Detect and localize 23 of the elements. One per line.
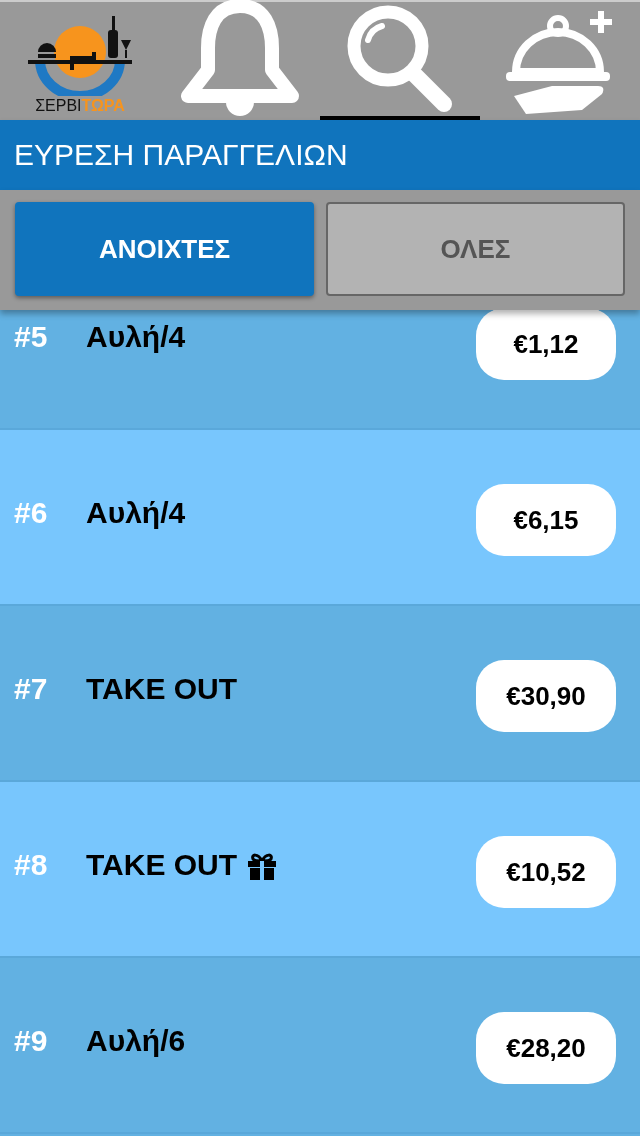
bell-icon bbox=[180, 0, 300, 116]
order-total: €28,20 bbox=[476, 1012, 616, 1084]
order-row[interactable]: #5 Αυλή/4 €1,12 bbox=[0, 310, 640, 430]
order-row[interactable]: #6 Αυλή/4 €6,15 bbox=[0, 430, 640, 606]
order-number: #7 bbox=[14, 672, 49, 706]
order-location: Αυλή/4 bbox=[86, 496, 186, 530]
order-number: #8 bbox=[14, 848, 49, 882]
logo-text: ΣΕΡΒΙΤΩΡΑ bbox=[35, 96, 125, 116]
order-location: Αυλή/6 bbox=[86, 1024, 186, 1058]
order-row[interactable]: #8 TAKE OUT €10,52 bbox=[0, 782, 640, 958]
order-total: €6,15 bbox=[476, 484, 616, 556]
order-number: #9 bbox=[14, 1024, 49, 1058]
filter-tab[interactable]: ΟΛΕΣ bbox=[326, 202, 625, 296]
order-total: €10,52 bbox=[476, 836, 616, 908]
order-location: TAKE OUT bbox=[86, 672, 238, 706]
order-total: €30,90 bbox=[476, 660, 616, 732]
page-title: ΕΥΡΕΣΗ ΠΑΡΑΓΓΕΛΙΩΝ bbox=[14, 138, 348, 172]
order-location: Αυλή/4 bbox=[86, 320, 186, 354]
order-number: #6 bbox=[14, 496, 49, 530]
filter-tab[interactable]: ΑΝΟΙΧΤΕΣ bbox=[15, 202, 314, 296]
order-total: €1,12 bbox=[476, 310, 616, 380]
order-location: TAKE OUT bbox=[86, 848, 238, 882]
order-number: #5 bbox=[14, 320, 49, 354]
